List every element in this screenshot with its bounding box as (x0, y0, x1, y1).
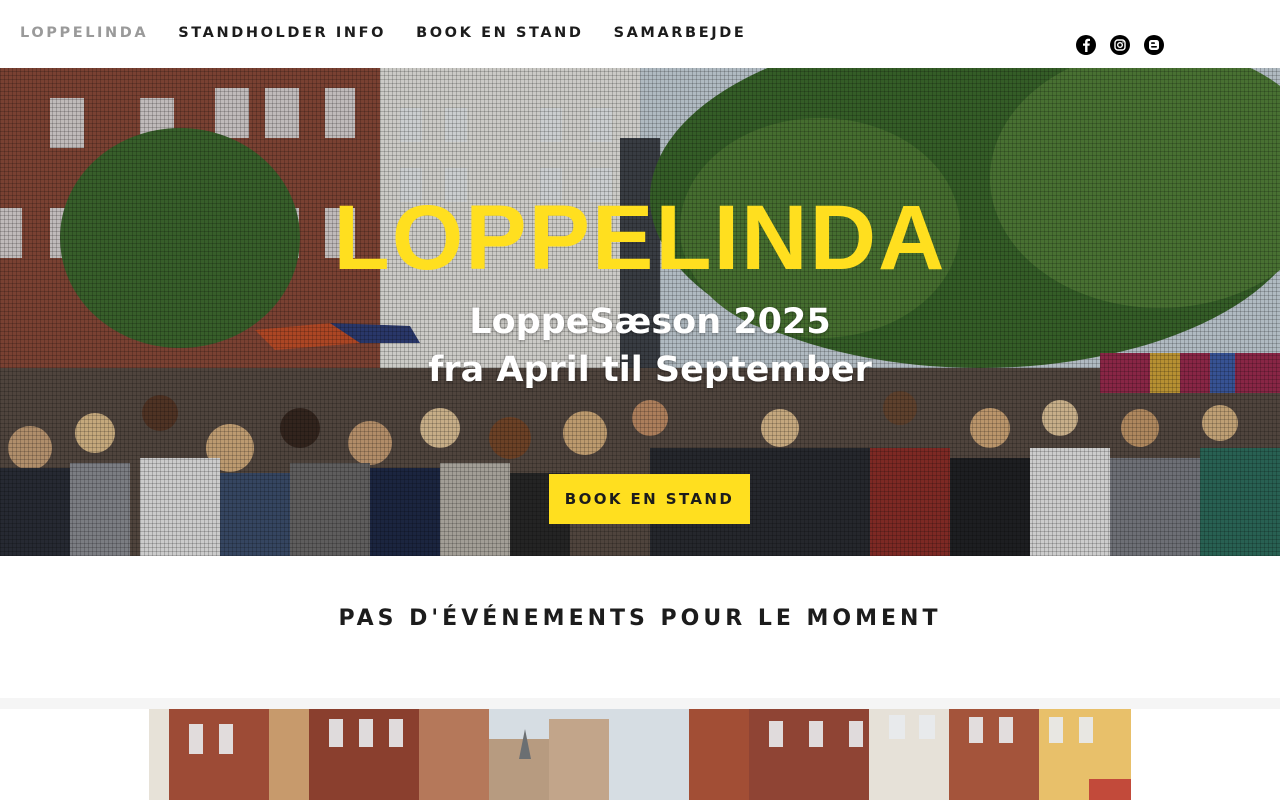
instagram-icon[interactable] (1110, 35, 1130, 55)
site-header: LOPPELINDA STANDHOLDER INFO BOOK EN STAN… (0, 0, 1280, 68)
section-divider (0, 698, 1280, 709)
hero-subtitle-line1: LoppeSæson 2025 (469, 302, 831, 342)
blogger-icon[interactable] (1144, 35, 1164, 55)
main-nav: LOPPELINDA STANDHOLDER INFO BOOK EN STAN… (20, 24, 776, 42)
nav-item-samarbejde[interactable]: SAMARBEJDE (614, 24, 747, 42)
events-empty-message: PAS D'ÉVÉNEMENTS POUR LE MOMENT (338, 606, 942, 631)
hero-section: LOPPELINDA LoppeSæson 2025 fra April til… (0, 68, 1280, 556)
hero-title: LOPPELINDA (333, 187, 947, 289)
hero-subtitle-line2: fra April til September (428, 350, 872, 390)
social-links (1076, 35, 1164, 55)
book-en-stand-button[interactable]: BOOK EN STAND (549, 474, 750, 524)
street-buildings-photo (149, 709, 1131, 800)
gallery-section (149, 709, 1131, 800)
nav-item-book-en-stand[interactable]: BOOK EN STAND (416, 24, 583, 42)
nav-item-standholder-info[interactable]: STANDHOLDER INFO (178, 24, 386, 42)
nav-item-loppelinda[interactable]: LOPPELINDA (20, 24, 148, 42)
facebook-icon[interactable] (1076, 35, 1096, 55)
